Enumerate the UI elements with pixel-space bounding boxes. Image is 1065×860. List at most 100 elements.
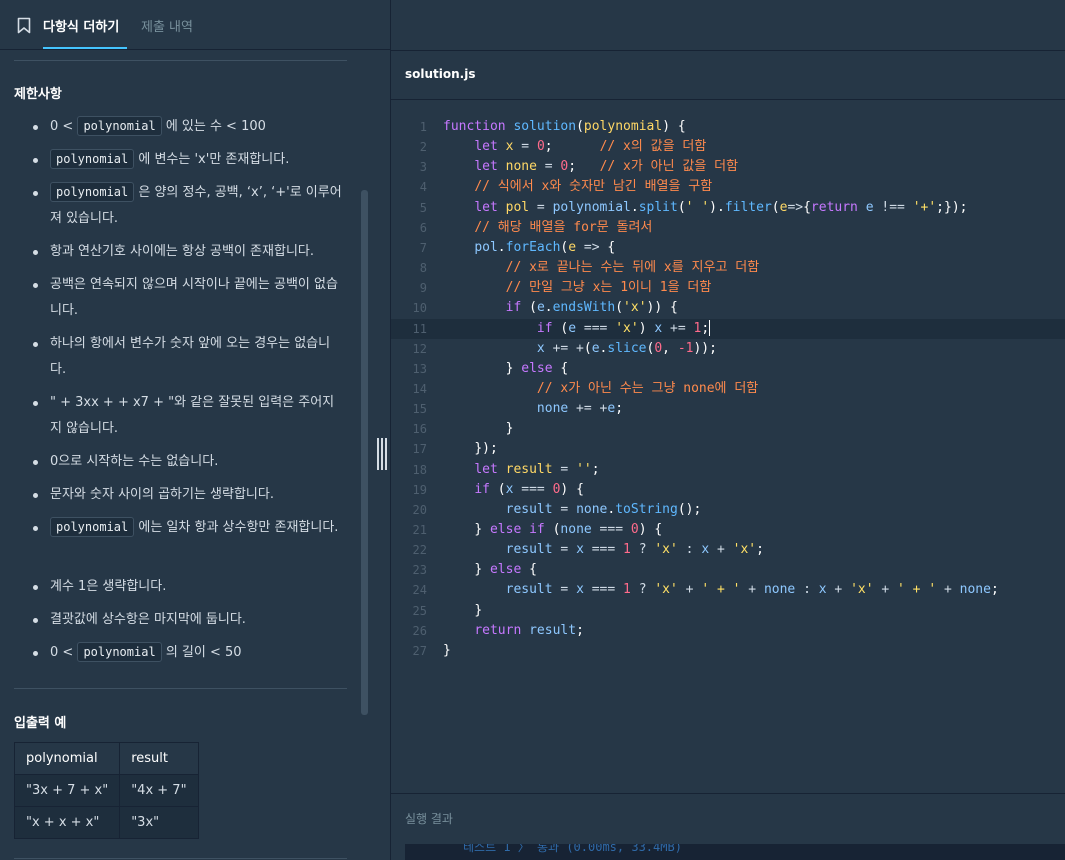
code-line[interactable]: 22 result = x === 1 ? 'x' : x + 'x';: [391, 540, 1065, 560]
constraint-item: 0 < polynomial 에 있는 수 < 100: [50, 114, 346, 140]
bullet-icon: [33, 585, 38, 590]
column-header-polynomial: polynomial: [13, 742, 121, 775]
code-text: let result = '';: [474, 461, 600, 477]
code-line[interactable]: 17 });: [391, 439, 1065, 459]
code-line[interactable]: 15 none += +e;: [391, 399, 1065, 419]
code-text: pol.forEach(e => {: [474, 239, 616, 255]
code-text: // 식에서 x와 숫자만 남긴 배열을 구함: [474, 179, 713, 195]
code-editor[interactable]: 1 function solution(polynomial) { 2 let x …: [391, 100, 1065, 793]
code-line[interactable]: 4 // 식에서 x와 숫자만 남긴 배열을 구함: [391, 177, 1065, 197]
code-text: let pol = polynomial.split(' ').filter(e…: [474, 199, 968, 215]
constraint-text: 0 <: [50, 645, 78, 660]
code-line[interactable]: 10 if (e.endsWith('x')) {: [391, 298, 1065, 318]
code-text: if (x === 0) {: [474, 481, 584, 497]
constraint-text: 0으로 시작하는 수는 없습니다.: [50, 454, 219, 469]
code-line[interactable]: 16 }: [391, 419, 1065, 439]
code-text: // x가 아닌 수는 그냥 none에 더함: [536, 380, 759, 396]
line-number: 27: [412, 643, 427, 658]
code-text: function solution(polynomial) {: [443, 119, 686, 134]
constraint-item: polynomial 에 변수는 'x'만 존재합니다.: [50, 147, 346, 173]
code-line[interactable]: 27}: [391, 641, 1065, 661]
problem-description-panel[interactable]: 제한사항 0 < polynomial 에 있는 수 < 100 polynomi…: [0, 50, 390, 860]
constraint-text: 에는 일차 항과 상수항만 존재합니다.: [134, 520, 339, 535]
constraint-text: 에 변수는 'x'만 존재합니다.: [134, 152, 290, 167]
code-line[interactable]: 21 } else if (none === 0) {: [391, 520, 1065, 540]
code-line[interactable]: 8 // x로 끝나는 수는 뒤에 x를 지우고 더함: [391, 258, 1065, 278]
line-number: 16: [412, 422, 427, 437]
line-number: 12: [412, 341, 427, 356]
execution-result-output[interactable]: 테스트 1 〉 통과 (0.00ms, 33.4MB): [405, 844, 1065, 860]
code-line[interactable]: 11 if (e === 'x') x += 1;: [391, 318, 1065, 339]
line-number: 22: [412, 543, 427, 558]
code-line[interactable]: 18 let result = '';: [391, 460, 1065, 480]
text-cursor: [709, 320, 711, 336]
code-line[interactable]: 7 pol.forEach(e => {: [391, 238, 1065, 258]
bullet-icon: [33, 401, 38, 406]
tab-problem[interactable]: 다항식 더하기: [43, 16, 119, 35]
inline-code: polynomial: [77, 642, 162, 662]
code-text: }: [443, 642, 451, 658]
constraint-item: " + 3xx + + x7 + "와 같은 잘못된 입력은 주어지지 않습니다…: [50, 390, 346, 442]
code-line[interactable]: 14 // x가 아닌 수는 그냥 none에 더함: [391, 379, 1065, 399]
code-line[interactable]: 24 result = x === 1 ? 'x' + ' + ' + none…: [391, 580, 1065, 600]
code-line[interactable]: 12 x += +(e.slice(0, -1));: [391, 339, 1065, 359]
execution-result-panel: 실행 결과 테스트 1 〉 통과 (0.00ms, 33.4MB): [391, 793, 1065, 860]
code-line[interactable]: 25 }: [391, 601, 1065, 621]
code-line[interactable]: 23 } else {: [391, 560, 1065, 580]
code-text: });: [474, 441, 498, 457]
code-line[interactable]: 6 // 해당 배열을 for문 돌려서: [391, 218, 1065, 238]
inline-code: polynomial: [50, 182, 135, 202]
line-number: 10: [412, 301, 427, 316]
constraint-item: 결괏값에 상수항은 마지막에 둡니다.: [50, 607, 346, 633]
bullet-icon: [33, 460, 38, 465]
file-tab-solution[interactable]: solution.js: [405, 67, 476, 81]
code-line[interactable]: 1 function solution(polynomial) {: [391, 117, 1065, 137]
panel-resize-handle[interactable]: [377, 438, 387, 470]
inline-code: polynomial: [50, 149, 135, 169]
code-line[interactable]: 5 let pol = polynomial.split(' ').filter…: [391, 198, 1065, 218]
constraint-item: polynomial 에는 일차 항과 상수항만 존재합니다.: [50, 515, 346, 541]
code-text: none += +e;: [536, 401, 624, 417]
code-line[interactable]: 20 result = none.toString();: [391, 500, 1065, 520]
code-text: result = x === 1 ? 'x' + ' + ' + none : …: [505, 582, 999, 598]
tab-submissions[interactable]: 제출 내역: [141, 16, 193, 35]
line-number: 25: [412, 603, 427, 618]
table-row: "3x + 7 + x" "4x + 7": [13, 774, 199, 807]
bullet-icon: [33, 618, 38, 623]
bullet-icon: [33, 125, 38, 130]
code-line[interactable]: 2 let x = 0; // x의 값을 더함: [391, 137, 1065, 157]
bullet-icon: [33, 342, 38, 347]
active-tab-indicator: [43, 47, 127, 49]
constraint-text: 항과 연산기호 사이에는 항상 공백이 존재합니다.: [50, 244, 314, 259]
table-cell: "3x + 7 + x": [13, 774, 121, 807]
bookmark-icon[interactable]: [17, 17, 31, 34]
code-line[interactable]: 9 // 만일 그냥 x는 1이니 1을 더함: [391, 278, 1065, 298]
constraint-text: " + 3xx + + x7 + "와 같은 잘못된 입력은 주어지지 않습니다…: [50, 395, 335, 436]
code-text: } else {: [505, 360, 569, 376]
code-text: result = x === 1 ? 'x' : x + 'x';: [505, 542, 764, 558]
code-text: } else if (none === 0) {: [474, 522, 663, 537]
code-line[interactable]: 26 return result;: [391, 621, 1065, 641]
table-row: "x + x + x" "3x": [13, 806, 199, 839]
bullet-icon: [33, 651, 38, 656]
bullet-icon: [33, 158, 38, 163]
code-line[interactable]: 19 if (x === 0) {: [391, 480, 1065, 500]
line-number: 18: [412, 462, 427, 477]
description-scrollbar[interactable]: [361, 190, 368, 715]
code-text: if (e === 'x') x += 1;: [536, 320, 711, 336]
code-text: if (e.endsWith('x')) {: [505, 300, 678, 316]
code-line[interactable]: 3 let none = 0; // x가 아닌 값을 더함: [391, 157, 1065, 177]
bullet-icon: [33, 191, 38, 196]
line-number: 21: [412, 523, 427, 537]
section-divider: [14, 688, 347, 689]
line-number: 1: [419, 120, 427, 134]
constraint-text: 문자와 숫자 사이의 곱하기는 생략합니다.: [50, 487, 274, 502]
constraint-text: 0 <: [50, 119, 78, 134]
constraint-item: 문자와 숫자 사이의 곱하기는 생략합니다.: [50, 482, 346, 508]
inline-code: polynomial: [77, 116, 162, 136]
code-line[interactable]: 13 } else {: [391, 359, 1065, 379]
line-number: 26: [412, 623, 427, 638]
constraint-item: 0 < polynomial 의 길이 < 50: [50, 640, 346, 666]
line-number: 5: [419, 200, 427, 215]
code-text: return result;: [474, 622, 584, 638]
